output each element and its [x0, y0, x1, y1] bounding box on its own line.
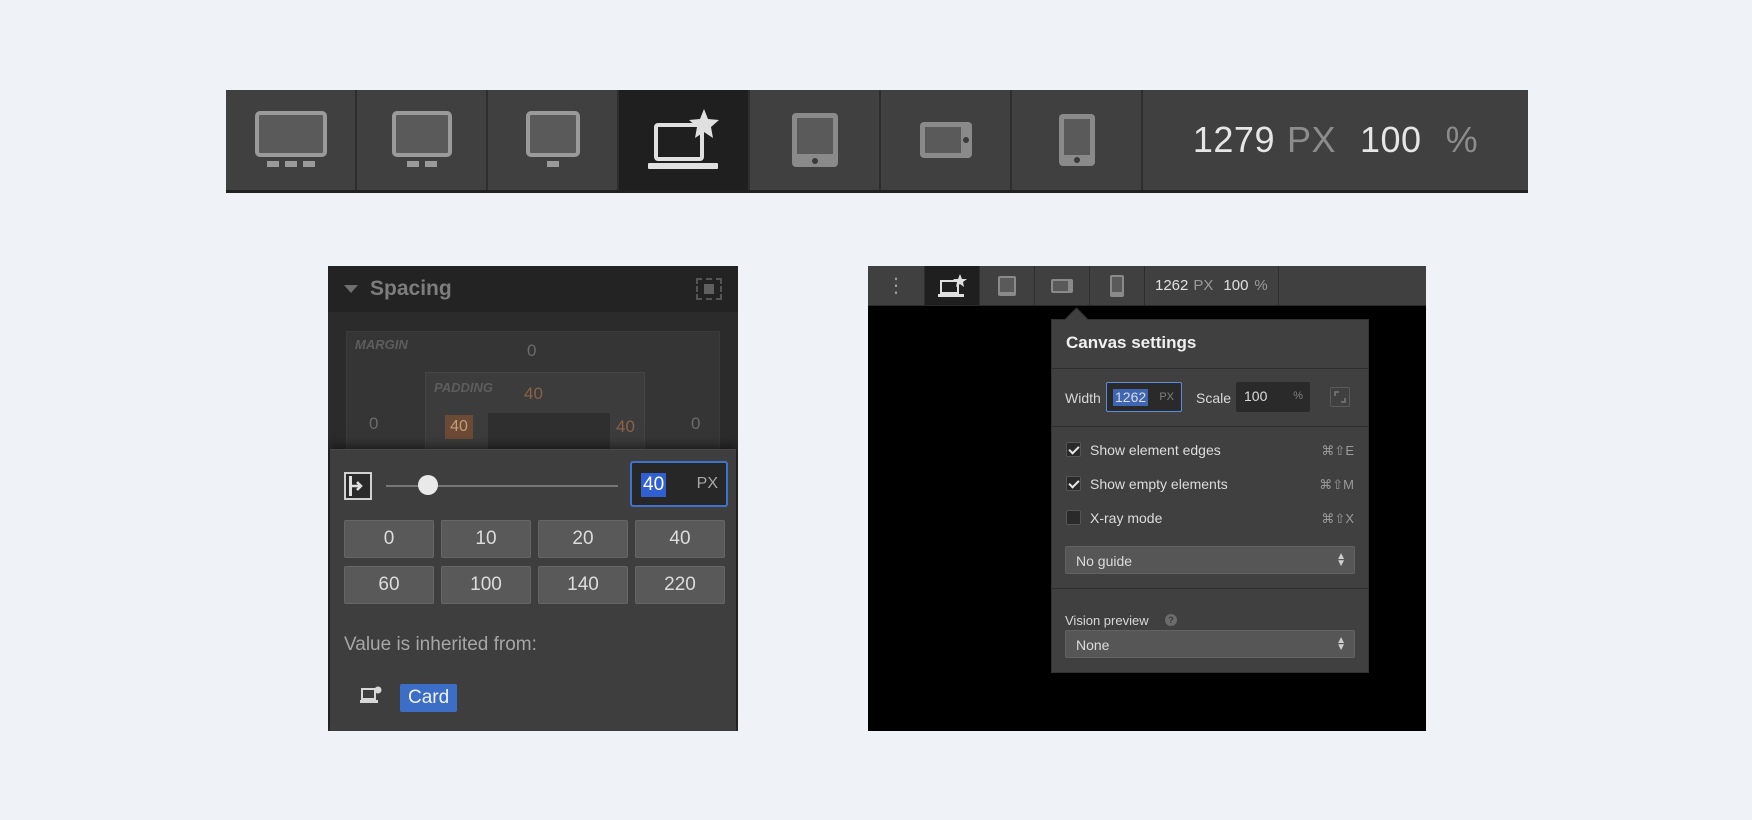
x-ray-mode-label[interactable]: X-ray mode — [1090, 510, 1162, 526]
breakpoint-mobile-landscape-button[interactable] — [881, 90, 1012, 190]
breakpoint-desktop-base-button[interactable] — [619, 90, 750, 190]
show-element-edges-checkbox[interactable] — [1066, 442, 1081, 457]
width-input-value[interactable]: 1262 — [1113, 389, 1149, 406]
divider — [1052, 426, 1368, 427]
phone-landscape-icon — [1051, 278, 1073, 293]
width-label: Width — [1065, 390, 1101, 406]
content-box — [488, 413, 610, 453]
x-ray-mode-checkbox[interactable] — [1066, 510, 1081, 525]
laptop-star-icon — [647, 109, 719, 169]
margin-top-value[interactable]: 0 — [527, 341, 536, 361]
spacing-panel: Spacing MARGIN 0 0 0 PADDING 40 40 40 40… — [328, 266, 738, 731]
divider — [1052, 588, 1368, 589]
x-ray-mode-shortcut: ⌘⇧X — [1321, 511, 1354, 526]
preset-button[interactable]: 140 — [538, 566, 628, 604]
breakpoint-desktop-xxl-button[interactable] — [226, 90, 357, 190]
padding-right-value[interactable]: 40 — [616, 417, 635, 437]
laptop-star-icon — [938, 273, 967, 297]
laptop-breakpoint-icon — [360, 686, 382, 703]
monitor-three-dots-icon — [254, 111, 327, 167]
show-element-edges-label[interactable]: Show element edges — [1090, 442, 1221, 458]
breakpoint-tablet-button[interactable] — [750, 90, 881, 190]
margin-label: MARGIN — [355, 337, 408, 352]
width-input[interactable]: 1262 PX — [1106, 382, 1182, 412]
breakpoint-tablet-button[interactable] — [979, 266, 1034, 305]
vision-preview-value: None — [1076, 637, 1110, 653]
canvas-area: ⋮ 1262 PX 100 % Canvas settings Width 12… — [868, 266, 1426, 731]
breakpoint-mobile-landscape-button[interactable] — [1034, 266, 1089, 305]
margin-right-value[interactable]: 0 — [691, 414, 700, 434]
preset-button[interactable]: 220 — [635, 566, 725, 604]
breakpoint-desktop-xl-button[interactable] — [357, 90, 488, 190]
guide-select[interactable]: No guide ▲ ▼ — [1065, 546, 1355, 574]
preset-button[interactable]: 20 — [538, 520, 628, 558]
scale-label: Scale — [1196, 390, 1232, 406]
breakpoint-mobile-portrait-button[interactable] — [1089, 266, 1144, 305]
canvas-width-value[interactable]: 1279 — [1193, 119, 1275, 161]
tablet-icon — [998, 275, 1016, 296]
canvas-scale-value[interactable]: 100 — [1360, 119, 1422, 161]
spacing-header[interactable]: Spacing — [328, 266, 738, 312]
canvas-scale-unit: % — [1254, 277, 1268, 294]
show-empty-elements-label[interactable]: Show empty elements — [1090, 476, 1228, 492]
help-icon[interactable]: ? — [1165, 614, 1177, 626]
spacing-title: Spacing — [370, 277, 452, 300]
spacing-value-input[interactable]: 40 PX — [630, 461, 728, 507]
inherited-class-chip[interactable]: Card — [400, 684, 458, 712]
divider — [1052, 368, 1368, 369]
tablet-icon — [791, 113, 838, 167]
scale-input-value[interactable]: 100 — [1242, 388, 1269, 405]
canvas-toolbar: ⋮ 1262 PX 100 % — [868, 266, 1426, 306]
inherited-from-label: Value is inherited from: — [344, 634, 537, 655]
expand-icon[interactable] — [1330, 387, 1350, 407]
padding-label: PADDING — [434, 380, 493, 395]
phone-portrait-icon — [1058, 114, 1095, 166]
scale-unit-label: % — [1293, 390, 1303, 402]
breakpoint-desktop-large-button[interactable] — [488, 90, 619, 190]
canvas-width-unit: PX — [1193, 277, 1214, 294]
show-empty-elements-shortcut: ⌘⇧M — [1319, 477, 1354, 492]
canvas-settings-popover: Canvas settings Width 1262 PX Scale 100 … — [1051, 319, 1369, 673]
preset-button[interactable]: 60 — [344, 566, 434, 604]
canvas-size-readout[interactable]: 1262 PX 100 % — [1144, 266, 1279, 305]
select-arrows-icon: ▲ ▼ — [1336, 635, 1346, 653]
scale-input[interactable]: 100 % — [1236, 382, 1310, 412]
monitor-two-dots-icon — [391, 111, 452, 167]
preset-button[interactable]: 100 — [441, 566, 531, 604]
padding-top-value[interactable]: 40 — [524, 384, 543, 404]
preset-button[interactable]: 0 — [344, 520, 434, 558]
padding-left-value[interactable]: 40 — [445, 415, 473, 439]
show-empty-elements-checkbox[interactable] — [1066, 476, 1081, 491]
select-arrows-icon: ▲ ▼ — [1336, 551, 1346, 569]
vision-preview-select[interactable]: None ▲ ▼ — [1065, 630, 1355, 658]
preset-button[interactable]: 10 — [441, 520, 531, 558]
canvas-settings-title: Canvas settings — [1066, 333, 1197, 352]
spacing-value-popup: 40 PX 0 10 20 40 60 100 140 220 Value is… — [330, 449, 736, 731]
spacing-preset-grid: 0 10 20 40 60 100 140 220 — [344, 520, 725, 604]
spacing-unit-label[interactable]: PX — [697, 475, 718, 493]
breakpoint-bar: 1279 PX 100 % — [226, 90, 1528, 193]
collapse-triangle-icon[interactable] — [344, 285, 358, 293]
margin-left-value[interactable]: 0 — [369, 414, 378, 434]
vision-preview-label: Vision preview — [1065, 613, 1149, 628]
phone-landscape-icon — [919, 122, 972, 158]
guide-select-value: No guide — [1076, 553, 1133, 569]
show-element-edges-shortcut: ⌘⇧E — [1321, 443, 1354, 458]
monitor-one-dot-icon — [525, 111, 580, 167]
phone-portrait-icon — [1110, 274, 1124, 297]
width-unit-label: PX — [1159, 391, 1174, 403]
spacing-slider-handle[interactable] — [417, 475, 438, 495]
breakpoint-mobile-portrait-button[interactable] — [1012, 90, 1143, 190]
breakpoint-desktop-button[interactable] — [924, 266, 979, 305]
more-menu-icon[interactable]: ⋮ — [868, 266, 924, 305]
canvas-scale-value[interactable]: 100 — [1223, 277, 1248, 294]
padding-left-side-icon — [344, 472, 372, 500]
spacing-box-icon[interactable] — [696, 278, 722, 300]
spacing-value-text[interactable]: 40 — [641, 473, 667, 497]
canvas-width-value[interactable]: 1262 — [1155, 277, 1188, 294]
preset-button[interactable]: 40 — [635, 520, 725, 558]
canvas-size-readout[interactable]: 1279 PX 100 % — [1143, 90, 1528, 190]
canvas-scale-unit: % — [1445, 119, 1479, 160]
canvas-width-unit: PX — [1286, 119, 1337, 160]
